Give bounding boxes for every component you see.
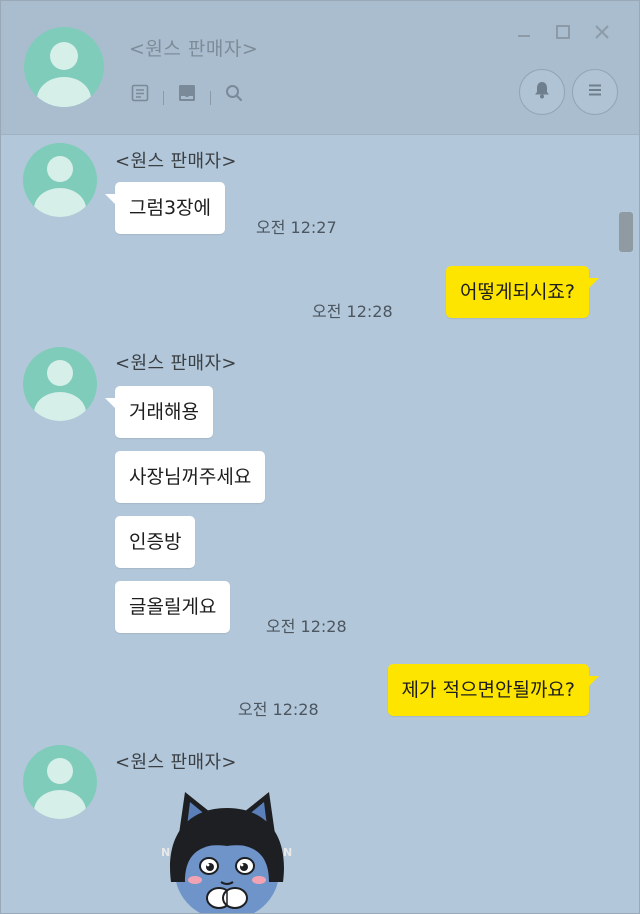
message-bubble[interactable]: 인증방 xyxy=(115,516,196,568)
sender-name: <원스 판매자> xyxy=(115,353,237,374)
avatar-body xyxy=(34,188,86,217)
bell-icon xyxy=(532,80,552,104)
svg-text:N: N xyxy=(283,846,292,859)
toolbar-divider xyxy=(163,91,164,105)
scrollbar-thumb[interactable] xyxy=(619,212,633,252)
svg-text:N: N xyxy=(161,846,170,859)
close-icon[interactable] xyxy=(591,21,613,43)
my-message-bubble[interactable]: 어떻게되시죠? xyxy=(446,266,599,318)
menu-icon xyxy=(585,80,605,104)
avatar-head xyxy=(47,156,73,182)
message-time: 오전 12:27 xyxy=(256,218,337,237)
chat-header: <원스 판매자> xyxy=(1,1,639,135)
search-icon[interactable] xyxy=(223,82,245,104)
message-bubble[interactable]: 글올릴게요 xyxy=(115,581,231,633)
message-time: 오전 12:28 xyxy=(238,700,319,719)
message-time: 오전 12:28 xyxy=(312,302,393,321)
avatar-head xyxy=(47,360,73,386)
avatar-head xyxy=(47,758,73,784)
maximize-icon[interactable] xyxy=(552,21,574,43)
avatar-body xyxy=(34,392,86,421)
sender-avatar[interactable] xyxy=(23,745,97,819)
my-message-bubble[interactable]: 제가 적으면안될까요? xyxy=(387,664,600,716)
sender-avatar[interactable] xyxy=(23,347,97,421)
message-time: 오전 12:28 xyxy=(266,617,347,636)
toolbar-divider xyxy=(210,91,211,105)
notification-button[interactable] xyxy=(519,69,565,115)
message-bubble[interactable]: 그럼3장에 xyxy=(104,182,226,234)
memo-icon[interactable] xyxy=(129,82,151,104)
cat-character-sticker[interactable]: N N xyxy=(157,786,297,913)
message-bubble[interactable]: 사장님꺼주세요 xyxy=(115,451,266,503)
header-toolbar xyxy=(129,81,245,105)
sender-name: <원스 판매자> xyxy=(115,752,237,773)
message-bubble[interactable]: 거래해용 xyxy=(105,386,213,438)
avatar-head xyxy=(50,42,78,70)
minimize-icon[interactable] xyxy=(513,21,535,43)
album-icon[interactable] xyxy=(176,82,198,104)
chatroom-title: <원스 판매자> xyxy=(129,38,259,60)
chatroom-avatar[interactable] xyxy=(24,27,104,107)
chat-window: <원스 판매자> <원스 판매자> 그럼3장에 오전 12:27 어떻게되시죠?… xyxy=(0,0,640,914)
avatar-body xyxy=(37,77,91,107)
sender-name: <원스 판매자> xyxy=(115,151,237,172)
sender-avatar[interactable] xyxy=(23,143,97,217)
avatar-body xyxy=(34,790,86,819)
menu-button[interactable] xyxy=(572,69,618,115)
